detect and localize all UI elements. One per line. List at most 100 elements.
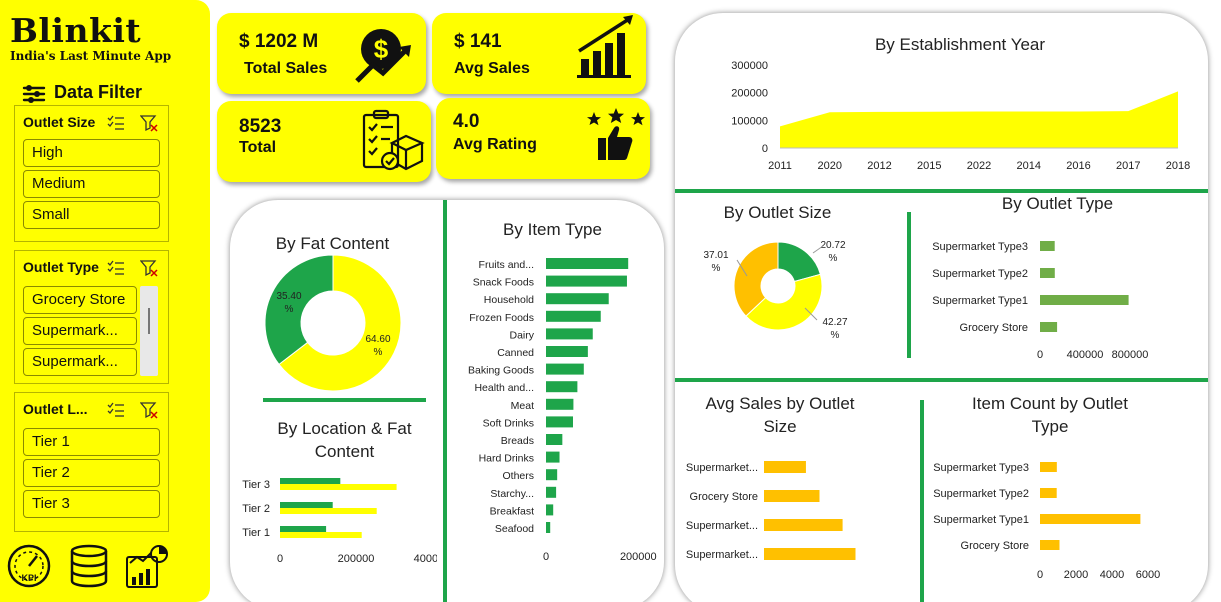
category-label: Grocery Store bbox=[960, 322, 1028, 334]
kpi-value: $ 1202 M bbox=[239, 31, 319, 52]
kpi-avg-sales: $ 141 Avg Sales bbox=[432, 13, 646, 94]
slicer-item-small[interactable]: Small bbox=[23, 201, 160, 229]
bar bbox=[546, 434, 563, 445]
bar bbox=[764, 548, 856, 560]
slicer-title: Outlet L... bbox=[23, 401, 88, 417]
x-tick-label: 200000 bbox=[338, 553, 375, 565]
x-tick-label: 2015 bbox=[917, 160, 941, 172]
bar bbox=[280, 484, 397, 490]
multi-select-icon[interactable] bbox=[107, 114, 125, 132]
kpi-total-items: 8523 Total bbox=[217, 101, 431, 182]
area-series bbox=[780, 91, 1178, 148]
kpi-label: Total Sales bbox=[244, 60, 328, 77]
donut-data-label: 64.60 bbox=[365, 334, 390, 345]
kpi-value: 8523 bbox=[239, 116, 282, 137]
category-label: Dairy bbox=[509, 329, 534, 341]
y-tick-label: 200000 bbox=[731, 88, 768, 100]
kpi-gauge-icon[interactable]: KPI bbox=[6, 543, 52, 589]
category-label: Soft Drinks bbox=[483, 417, 534, 429]
x-tick-label: 400000 bbox=[414, 553, 437, 565]
bar bbox=[1040, 295, 1129, 305]
item-type-title: By Item Type bbox=[503, 220, 602, 239]
y-tick-label: 300000 bbox=[731, 60, 768, 72]
x-tick-label: 4000 bbox=[1100, 569, 1124, 581]
category-label: Meat bbox=[511, 400, 534, 412]
slicer-item-tier-3[interactable]: Tier 3 bbox=[23, 490, 160, 518]
outlet-size-donut: 20.72% 42.27% 37.01% bbox=[703, 240, 847, 341]
donut-data-label: % bbox=[285, 304, 294, 315]
bar bbox=[546, 275, 627, 287]
slicer-item-medium[interactable]: Medium bbox=[23, 170, 160, 198]
category-label: Fruits and... bbox=[479, 259, 534, 271]
category-label: Supermarket Type3 bbox=[932, 241, 1028, 253]
category-label: Supermarket Type1 bbox=[933, 514, 1029, 526]
stars-thumbs-up-icon bbox=[587, 108, 645, 160]
outlet-type-title: By Outlet Type bbox=[1001, 194, 1114, 213]
slicer-item-supermarket-a[interactable]: Supermark... bbox=[23, 317, 137, 345]
clear-filter-icon[interactable] bbox=[140, 401, 158, 419]
x-tick-label: 0 bbox=[1037, 569, 1043, 581]
category-label: Others bbox=[502, 470, 534, 482]
slicer-scrollbar[interactable] bbox=[140, 286, 158, 376]
bar bbox=[280, 478, 341, 484]
scrollbar-thumb[interactable] bbox=[148, 308, 150, 334]
slicer-item-tier-1[interactable]: Tier 1 bbox=[23, 428, 160, 456]
database-icon[interactable] bbox=[66, 543, 112, 589]
dashboard: Blinkit India's Last Minute App Data Fil… bbox=[0, 0, 1221, 602]
multi-select-icon[interactable] bbox=[107, 259, 125, 277]
avg-sales-outlet-size-title: Avg Sales by Outlet Size bbox=[705, 394, 855, 436]
bar bbox=[546, 346, 588, 357]
x-tick-label: 0 bbox=[277, 553, 283, 565]
category-label: Canned bbox=[497, 347, 534, 359]
x-tick-label: 2000 bbox=[1064, 569, 1088, 581]
category-label: Household bbox=[484, 294, 534, 306]
divider-vertical bbox=[443, 200, 447, 602]
bar bbox=[764, 490, 820, 502]
category-label: Supermarket Type3 bbox=[933, 462, 1029, 474]
bar bbox=[546, 416, 573, 428]
category-label: Hard Drinks bbox=[479, 453, 534, 465]
kpi-avg-rating: 4.0 Avg Rating bbox=[436, 98, 650, 179]
x-tick-label: 2011 bbox=[768, 160, 792, 172]
donut-data-label: 35.40 bbox=[276, 291, 301, 302]
bar bbox=[546, 522, 551, 533]
clear-filter-icon[interactable] bbox=[140, 114, 158, 132]
item-count-outlet-type-bar-chart: Supermarket Type3 Supermarket Type2 Superm… bbox=[933, 462, 1160, 581]
donut-data-label: % bbox=[712, 263, 721, 274]
category-label: Tier 2 bbox=[242, 503, 270, 515]
x-tick-label: 400000 bbox=[1067, 349, 1104, 361]
kpi-total-sales: $ 1202 M Total Sales $ bbox=[217, 13, 426, 94]
slicer-item-grocery-store[interactable]: Grocery Store bbox=[23, 286, 137, 314]
donut-data-label: 20.72 bbox=[820, 240, 845, 251]
category-label: Baking Goods bbox=[468, 365, 534, 377]
category-label: Breakfast bbox=[490, 505, 534, 517]
x-tick-label: 6000 bbox=[1136, 569, 1160, 581]
bar bbox=[546, 504, 554, 516]
slicer-item-tier-2[interactable]: Tier 2 bbox=[23, 459, 160, 487]
clear-filter-icon[interactable] bbox=[140, 259, 158, 277]
bar bbox=[546, 451, 560, 463]
bar bbox=[1040, 268, 1055, 278]
x-tick-label: 2022 bbox=[967, 160, 991, 172]
x-tick-label: 2018 bbox=[1166, 160, 1190, 172]
slicer-item-high[interactable]: High bbox=[23, 139, 160, 167]
kpi-label: Avg Rating bbox=[453, 136, 537, 153]
report-chart-icon[interactable] bbox=[124, 543, 170, 589]
category-label: Starchy... bbox=[490, 488, 534, 500]
kpi-value: $ 141 bbox=[454, 31, 502, 52]
bar bbox=[546, 486, 557, 498]
kpi-label: Avg Sales bbox=[454, 60, 530, 77]
donut-slice bbox=[264, 254, 334, 366]
bar bbox=[280, 508, 377, 514]
category-label: Frozen Foods bbox=[469, 312, 534, 324]
bar bbox=[546, 398, 574, 410]
slicer-outlet-type: Outlet Type Grocery Store Supermark... S… bbox=[14, 250, 169, 384]
bar bbox=[280, 532, 362, 538]
multi-select-icon[interactable] bbox=[107, 401, 125, 419]
sidebar: Blinkit India's Last Minute App Data Fil… bbox=[0, 0, 210, 602]
bar bbox=[764, 461, 806, 473]
donut-data-label: % bbox=[831, 330, 840, 341]
slicer-outlet-location: Outlet L... Tier 1 Tier 2 Tier 3 bbox=[14, 392, 169, 532]
slicer-item-supermarket-b[interactable]: Supermark... bbox=[23, 348, 137, 376]
bar bbox=[546, 310, 601, 322]
